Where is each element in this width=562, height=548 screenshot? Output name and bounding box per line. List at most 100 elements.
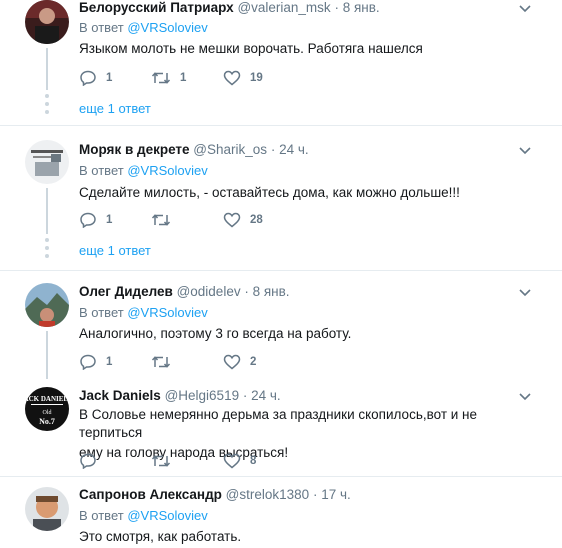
avatar[interactable] xyxy=(25,283,69,327)
reply-prefix: В ответ xyxy=(79,508,124,523)
caret-down-icon[interactable] xyxy=(518,4,532,14)
separator: · xyxy=(242,388,248,403)
like-icon xyxy=(223,70,241,86)
retweet-button[interactable] xyxy=(151,451,180,471)
thread-dot xyxy=(45,246,49,250)
reply-context: В ответ @VRSoloviev xyxy=(79,163,208,178)
author-handle[interactable]: @valerian_msk xyxy=(237,0,330,15)
tweet-5[interactable]: Сапронов Александр @strelok1380 · 17 ч. … xyxy=(0,477,562,548)
like-button[interactable]: 2 xyxy=(223,352,256,372)
like-count: 8 xyxy=(250,455,257,467)
author-name[interactable]: Сапронов Александр xyxy=(79,487,222,502)
mention-link[interactable]: @VRSoloviev xyxy=(127,508,207,523)
timestamp[interactable]: 8 янв. xyxy=(343,0,380,15)
like-count: 2 xyxy=(250,356,257,368)
reply-prefix: В ответ xyxy=(79,163,124,178)
reply-context: В ответ @VRSoloviev xyxy=(79,508,208,523)
avatar[interactable]: JACK DANIEL'S Old No.7 xyxy=(25,387,69,431)
tweet-text: Это смотря, как работать. xyxy=(79,529,242,544)
timestamp[interactable]: 24 ч. xyxy=(251,388,281,403)
tweet-1[interactable]: Белорусский Патриарх @valerian_msk · 8 я… xyxy=(0,0,562,125)
caret-down-icon[interactable] xyxy=(518,392,532,402)
author-handle[interactable]: @odidelev xyxy=(177,284,241,299)
timestamp[interactable]: 17 ч. xyxy=(321,487,351,502)
reply-button[interactable]: 1 xyxy=(79,352,112,372)
retweet-icon xyxy=(151,214,171,226)
thread-dot xyxy=(45,238,49,242)
tweet-3[interactable]: Олег Диделев @odidelev · 8 янв. В ответ … xyxy=(0,271,562,476)
like-count: 19 xyxy=(250,72,263,84)
thread-dot xyxy=(45,94,49,98)
author-name[interactable]: Моряк в декрете xyxy=(79,142,190,157)
author-handle[interactable]: @strelok1380 xyxy=(226,487,310,502)
reply-button[interactable]: 1 xyxy=(79,210,112,230)
tweet-actions: 1 28 xyxy=(79,210,379,230)
svg-text:No.7: No.7 xyxy=(39,417,55,426)
retweet-button[interactable] xyxy=(151,352,180,372)
like-button[interactable]: 8 xyxy=(223,451,256,471)
tweet-header: Jack Daniels @Helgi6519 · 24 ч. xyxy=(79,388,281,403)
reply-count: 1 xyxy=(106,214,113,226)
tweet-text: Аналогично, поэтому 3 го всегда на работ… xyxy=(79,326,352,341)
author-handle[interactable]: @Sharik_os xyxy=(193,142,267,157)
thread-dot xyxy=(45,254,49,258)
tweet-header: Белорусский Патриарх @valerian_msk · 8 я… xyxy=(79,0,380,15)
author-name[interactable]: Олег Диделев xyxy=(79,284,173,299)
reply-count: 1 xyxy=(106,72,113,84)
reply-button[interactable]: 1 xyxy=(79,68,112,88)
mention-link[interactable]: @VRSoloviev xyxy=(127,163,207,178)
tweet-header: Моряк в декрете @Sharik_os · 24 ч. xyxy=(79,142,309,157)
separator: · xyxy=(334,0,339,15)
thread-line xyxy=(46,331,48,379)
caret-down-icon[interactable] xyxy=(518,146,532,156)
like-icon xyxy=(223,354,241,370)
avatar[interactable] xyxy=(25,140,69,184)
show-more-replies-link[interactable]: еще 1 ответ xyxy=(79,101,151,116)
thread-line xyxy=(46,48,48,90)
like-count: 28 xyxy=(250,214,263,226)
tweet-actions: 1 2 xyxy=(79,352,379,372)
mention-link[interactable]: @VRSoloviev xyxy=(127,305,207,320)
like-button[interactable]: 28 xyxy=(223,210,263,230)
author-handle[interactable]: @Helgi6519 xyxy=(165,388,240,403)
reply-icon xyxy=(80,212,96,228)
tweet-text: Сделайте милость, - оставайтесь дома, ка… xyxy=(79,185,460,200)
separator: · xyxy=(244,284,249,299)
reply-button[interactable] xyxy=(79,451,106,471)
tweet-actions: 1 1 19 xyxy=(79,68,379,88)
timestamp[interactable]: 8 янв. xyxy=(253,284,290,299)
thread-dot xyxy=(45,102,49,106)
tweet-text: Языком молоть не мешки ворочать. Работяг… xyxy=(79,41,423,56)
reply-context: В ответ @VRSoloviev xyxy=(79,305,208,320)
avatar[interactable] xyxy=(25,487,69,531)
retweet-icon xyxy=(151,72,171,84)
like-button[interactable]: 19 xyxy=(223,68,263,88)
avatar[interactable] xyxy=(25,0,69,44)
like-icon xyxy=(223,212,241,228)
timestamp[interactable]: 24 ч. xyxy=(279,142,309,157)
like-icon xyxy=(223,453,241,469)
tweet-2[interactable]: Моряк в декрете @Sharik_os · 24 ч. В отв… xyxy=(0,126,562,270)
author-name[interactable]: Белорусский Патриарх xyxy=(79,0,234,15)
separator: · xyxy=(312,487,318,502)
thread-dot xyxy=(45,110,49,114)
reply-prefix: В ответ xyxy=(79,305,124,320)
retweet-count: 1 xyxy=(180,72,187,84)
retweet-button[interactable] xyxy=(151,210,180,230)
caret-down-icon[interactable] xyxy=(518,288,532,298)
retweet-icon xyxy=(151,356,171,368)
tweet-header: Сапронов Александр @strelok1380 · 17 ч. xyxy=(79,487,351,502)
show-more-replies-link[interactable]: еще 1 ответ xyxy=(79,243,151,258)
retweet-icon xyxy=(151,455,171,467)
reply-context: В ответ @VRSoloviev xyxy=(79,20,208,35)
reply-count: 1 xyxy=(106,356,113,368)
svg-text:Old: Old xyxy=(43,410,52,416)
tweet-header: Олег Диделев @odidelev · 8 янв. xyxy=(79,284,290,299)
reply-icon xyxy=(80,354,96,370)
reply-icon xyxy=(80,453,96,469)
author-name[interactable]: Jack Daniels xyxy=(79,388,161,403)
retweet-button[interactable]: 1 xyxy=(151,68,186,88)
mention-link[interactable]: @VRSoloviev xyxy=(127,20,207,35)
svg-text:JACK DANIEL'S: JACK DANIEL'S xyxy=(25,395,69,403)
tweet-text-line: В Соловье немерянно дерьма за праздники … xyxy=(79,407,478,440)
